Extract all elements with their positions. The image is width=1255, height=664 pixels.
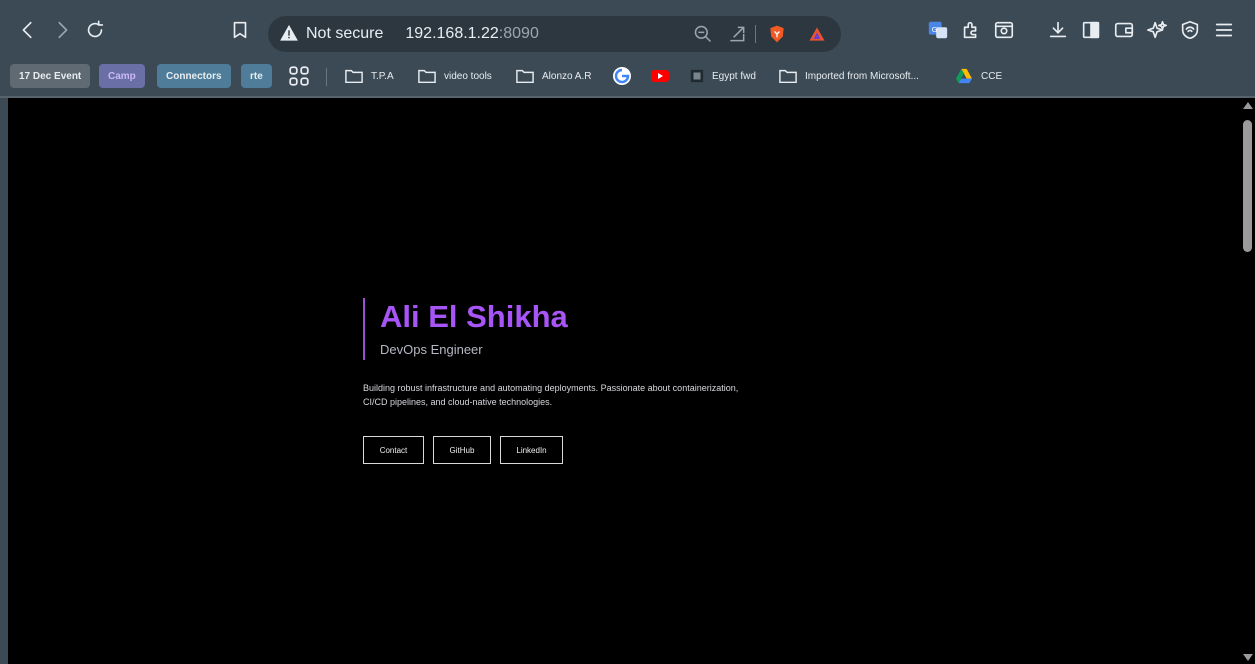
reader-mode-icon[interactable]	[986, 12, 1022, 48]
reload-icon[interactable]	[77, 12, 113, 48]
url-host: 192.168.1.22	[405, 25, 499, 42]
folder-icon	[418, 69, 436, 84]
bookmark-folder-tpa[interactable]: T.P.A	[345, 64, 394, 88]
scroll-down-arrow[interactable]	[1243, 654, 1253, 661]
browser-toolbar: Not secure 192.168.1.22:8090 G	[0, 0, 1255, 60]
wallet-icon[interactable]	[1106, 12, 1142, 48]
github-button[interactable]: GitHub	[433, 436, 491, 464]
google-drive-icon	[956, 68, 972, 84]
translate-icon[interactable]: G	[920, 12, 956, 48]
omnibox-divider	[755, 25, 756, 43]
share-icon[interactable]	[722, 16, 752, 52]
hero-name: Ali El Shikha	[380, 299, 568, 334]
bookmark-label: CCE	[981, 70, 1003, 82]
back-icon[interactable]	[10, 12, 46, 48]
hero-role: DevOps Engineer	[380, 342, 483, 357]
scroll-up-arrow[interactable]	[1243, 102, 1253, 109]
bookmark-icon[interactable]	[222, 12, 258, 48]
bookmarks-divider	[326, 68, 327, 86]
downloads-icon[interactable]	[1040, 12, 1076, 48]
security-label[interactable]: Not secure	[306, 25, 383, 43]
folder-icon	[779, 69, 797, 84]
window-left-edge	[0, 98, 8, 664]
leo-icon[interactable]	[1139, 12, 1175, 48]
bookmark-17-dec-event[interactable]: 17 Dec Event	[10, 64, 91, 88]
youtube-icon[interactable]	[650, 64, 678, 88]
bookmark-label: T.P.A	[371, 70, 394, 82]
linkedin-button[interactable]: LinkedIn	[500, 436, 563, 464]
apps-grid-icon[interactable]	[288, 64, 318, 88]
forward-icon[interactable]	[44, 12, 80, 48]
bookmarks-bar: 17 Dec Event Camp Connectors rte T.P.A v…	[0, 60, 1255, 96]
contact-button[interactable]: Contact	[363, 436, 424, 464]
hero-bio: Building robust infrastructure and autom…	[363, 383, 739, 407]
name-block: Ali El Shikha DevOps Engineer	[363, 298, 763, 360]
bookmark-cce[interactable]: CCE	[955, 64, 1002, 88]
hero-button-group: Contact GitHub LinkedIn	[363, 436, 763, 464]
bookmark-folder-alonzo[interactable]: Alonzo A.R	[516, 64, 591, 88]
folder-icon	[345, 69, 363, 84]
bookmark-label: Imported from Microsoft...	[805, 70, 919, 82]
sidebar-icon[interactable]	[1073, 12, 1109, 48]
extensions-icon[interactable]	[953, 12, 989, 48]
page-viewport: Ali El Shikha DevOps Engineer Building r…	[8, 98, 1240, 664]
url-text[interactable]: 192.168.1.22:8090	[405, 25, 538, 43]
browser-chrome: Not secure 192.168.1.22:8090 G 17 Dec Ev…	[0, 0, 1255, 98]
vpn-icon[interactable]	[1172, 12, 1208, 48]
bookmark-camp[interactable]: Camp	[99, 64, 145, 88]
hero-section: Ali El Shikha DevOps Engineer Building r…	[363, 298, 763, 464]
bookmark-egypt-fwd[interactable]: Egypt fwd	[690, 64, 756, 88]
google-icon[interactable]	[612, 64, 640, 88]
page-scrollbar[interactable]	[1240, 98, 1255, 664]
brave-rewards-icon[interactable]	[802, 16, 832, 52]
address-bar[interactable]: Not secure 192.168.1.22:8090	[268, 16, 841, 52]
bookmark-label: Egypt fwd	[712, 70, 756, 82]
url-port: :8090	[498, 25, 539, 42]
folder-icon	[516, 69, 534, 84]
bookmark-folder-video-tools[interactable]: video tools	[418, 64, 492, 88]
scroll-thumb[interactable]	[1243, 120, 1252, 252]
bookmark-folder-imported[interactable]: Imported from Microsoft...	[779, 64, 919, 88]
bookmark-label: Alonzo A.R	[542, 70, 592, 82]
site-icon	[690, 69, 704, 83]
zoom-icon[interactable]	[688, 16, 718, 52]
svg-text:G: G	[932, 25, 938, 34]
menu-icon[interactable]	[1206, 12, 1242, 48]
bookmark-connectors[interactable]: Connectors	[157, 64, 231, 88]
bookmark-label: video tools	[444, 70, 492, 82]
brave-shields-icon[interactable]	[762, 16, 792, 52]
bookmark-rte[interactable]: rte	[241, 64, 272, 88]
warning-icon	[280, 24, 300, 44]
